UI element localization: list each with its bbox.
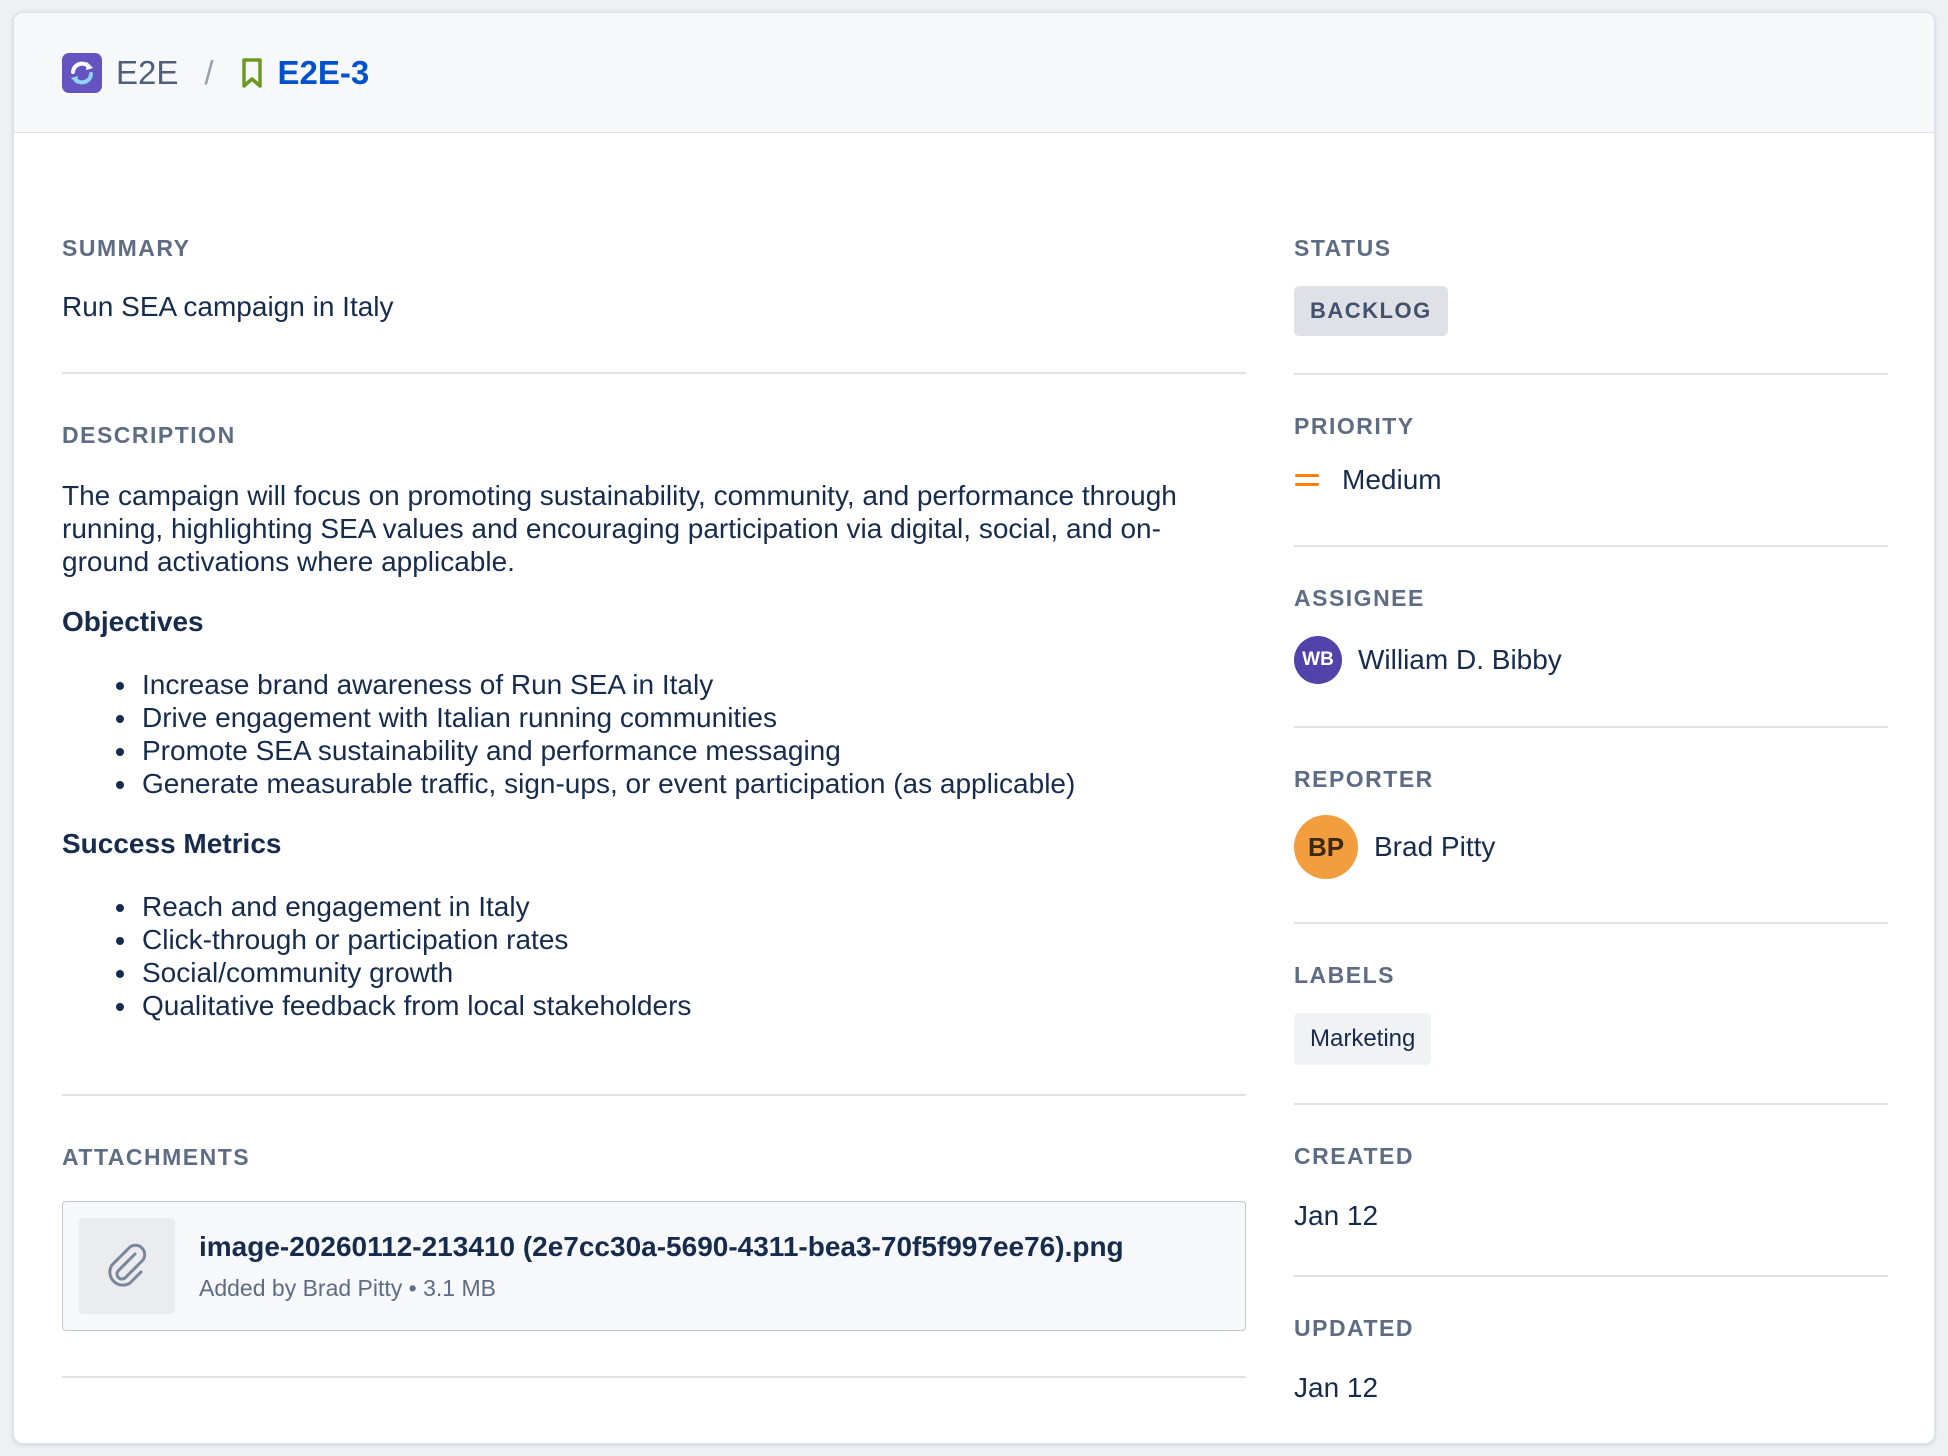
- updated-field: Updated Jan 12: [1294, 1277, 1888, 1443]
- description-intro[interactable]: The campaign will focus on promoting sus…: [62, 479, 1246, 578]
- project-sync-icon[interactable]: [62, 52, 102, 93]
- attachment-info: image-20260112-213410 (2e7cc30a-5690-431…: [199, 1231, 1124, 1302]
- attachments-label: Attachments: [62, 1144, 251, 1170]
- created-label: Created: [1294, 1143, 1414, 1169]
- status-label: Status: [1294, 235, 1392, 261]
- issue-key-link[interactable]: E2E-3: [278, 54, 370, 92]
- reporter-field: Reporter BP Brad Pitty: [1294, 728, 1888, 924]
- status-badge[interactable]: BACKLOG: [1294, 286, 1448, 336]
- breadcrumb-separator: /: [204, 53, 214, 91]
- updated-date: Jan 12: [1294, 1372, 1379, 1403]
- list-item: Promote SEA sustainability and performan…: [116, 734, 1246, 767]
- priority-value: Medium: [1342, 464, 1442, 495]
- attachment-filename[interactable]: image-20260112-213410 (2e7cc30a-5690-431…: [199, 1231, 1124, 1263]
- assignee-name: William D. Bibby: [1358, 644, 1562, 675]
- created-field: Created Jan 12: [1294, 1105, 1888, 1277]
- labels-label: Labels: [1294, 962, 1395, 988]
- list-item: Generate measurable traffic, sign-ups, o…: [116, 767, 1246, 800]
- description-section: Description The campaign will focus on p…: [62, 374, 1246, 1096]
- list-item: Reach and engagement in Italy: [116, 890, 1246, 923]
- created-date: Jan 12: [1294, 1200, 1379, 1231]
- description-label: Description: [62, 422, 236, 448]
- priority-medium-icon: [1294, 470, 1320, 490]
- status-field: Status BACKLOG: [1294, 133, 1888, 375]
- attachment-card[interactable]: image-20260112-213410 (2e7cc30a-5690-431…: [62, 1201, 1246, 1331]
- list-item: Social/community growth: [116, 956, 1246, 989]
- label-tag[interactable]: Marketing: [1294, 1013, 1432, 1065]
- objectives-list: Increase brand awareness of Run SEA in I…: [62, 668, 1246, 800]
- avatar: WB: [1294, 636, 1342, 684]
- labels-field: Labels Marketing: [1294, 924, 1888, 1105]
- reporter-value-row[interactable]: BP Brad Pitty: [1294, 815, 1888, 879]
- summary-text[interactable]: Run SEA campaign in Italy: [62, 290, 1246, 323]
- assignee-label: Assignee: [1294, 585, 1425, 611]
- reporter-label: Reporter: [1294, 766, 1434, 792]
- assignee-field: Assignee WB William D. Bibby: [1294, 547, 1888, 728]
- list-item: Increase brand awareness of Run SEA in I…: [116, 668, 1246, 701]
- project-key-link[interactable]: E2E: [116, 54, 178, 92]
- attachment-meta: Added by Brad Pitty • 3.1 MB: [199, 1274, 496, 1301]
- avatar: BP: [1294, 815, 1358, 879]
- objectives-heading: Objectives: [62, 606, 204, 637]
- attachments-section: Attachments image-20260112-213410 (2e7cc…: [62, 1096, 1246, 1378]
- priority-value-row[interactable]: Medium: [1294, 464, 1888, 496]
- reporter-name: Brad Pitty: [1374, 831, 1496, 862]
- assignee-value-row[interactable]: WB William D. Bibby: [1294, 636, 1888, 684]
- priority-field: Priority Medium: [1294, 375, 1888, 547]
- summary-section: Summary Run SEA campaign in Italy: [62, 133, 1246, 374]
- paperclip-icon: [79, 1218, 175, 1314]
- issue-card: E2E / E2E-3 Summary Run SEA campaign in …: [13, 12, 1935, 1444]
- list-item: Drive engagement with Italian running co…: [116, 701, 1246, 734]
- metrics-list: Reach and engagement in Italy Click-thro…: [62, 890, 1246, 1022]
- summary-label: Summary: [62, 235, 191, 261]
- list-item: Click-through or participation rates: [116, 923, 1246, 956]
- details-sidebar: Status BACKLOG Priority Medium Assignee …: [1294, 133, 1888, 1443]
- main-column: Summary Run SEA campaign in Italy Descri…: [62, 133, 1246, 1378]
- updated-label: Updated: [1294, 1315, 1414, 1341]
- bookmark-icon: [240, 57, 264, 89]
- success-metrics-heading: Success Metrics: [62, 828, 282, 859]
- breadcrumb: E2E / E2E-3: [14, 13, 1934, 133]
- list-item: Qualitative feedback from local stakehol…: [116, 989, 1246, 1022]
- priority-label: Priority: [1294, 413, 1415, 439]
